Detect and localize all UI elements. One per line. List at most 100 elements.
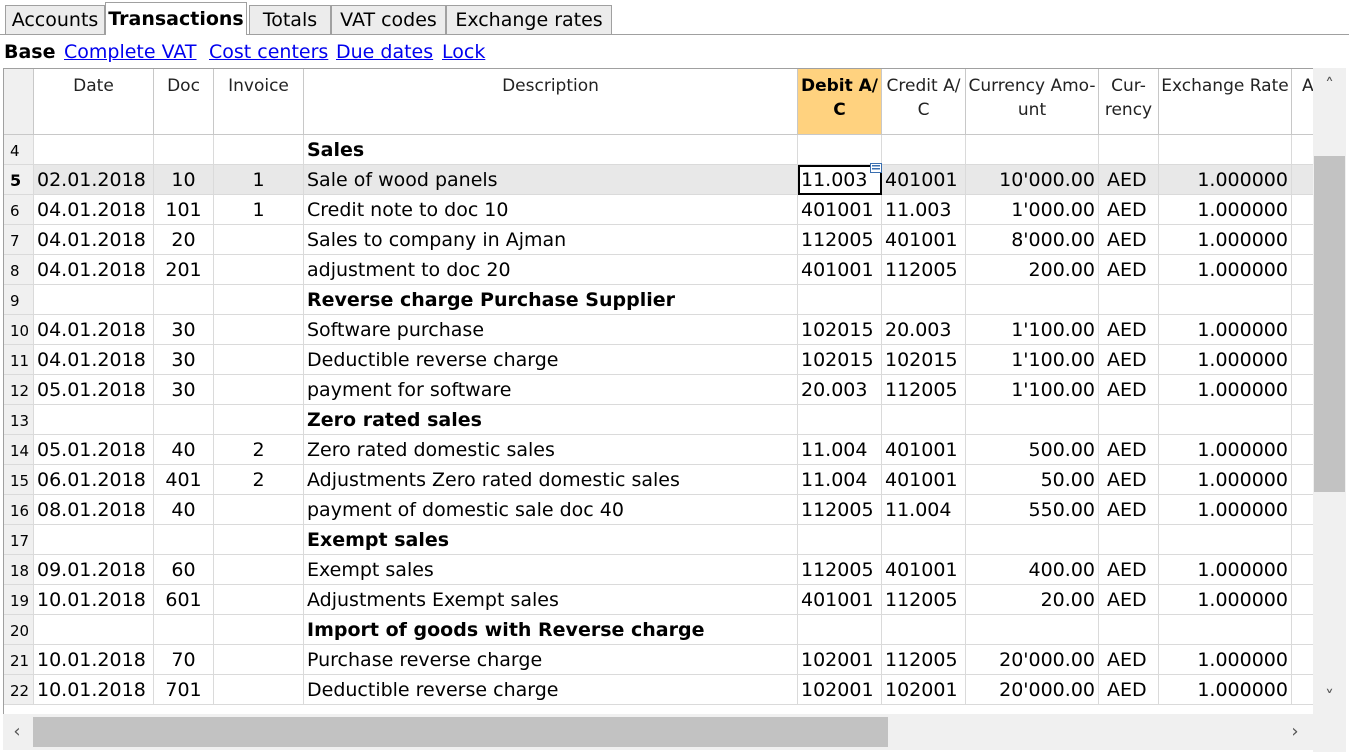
currency-cell[interactable]: AED: [1099, 315, 1159, 345]
doc-cell[interactable]: [154, 285, 214, 315]
currency-amount-cell[interactable]: [966, 285, 1099, 315]
next-column-cell[interactable]: [1292, 465, 1314, 495]
view-complete-vat[interactable]: Complete VAT: [64, 38, 197, 66]
debit-account-cell[interactable]: [798, 135, 882, 165]
doc-cell[interactable]: [154, 405, 214, 435]
table-row[interactable]: 18 09.01.2018 60 Exempt sales 112005 401001 40…: [4, 555, 1314, 585]
view-lock[interactable]: Lock: [442, 38, 485, 66]
next-column-cell[interactable]: [1292, 495, 1314, 525]
date-cell[interactable]: 06.01.2018: [34, 465, 154, 495]
doc-cell[interactable]: 30: [154, 375, 214, 405]
table-row[interactable]: 6 04.01.2018 101 1 Credit note to doc 10 4010…: [4, 195, 1314, 225]
row-number[interactable]: 4: [4, 135, 34, 165]
credit-account-cell[interactable]: 102001: [882, 675, 966, 705]
currency-amount-cell[interactable]: 1'100.00: [966, 375, 1099, 405]
debit-account-cell[interactable]: 102001: [798, 645, 882, 675]
debit-account-cell[interactable]: [798, 525, 882, 555]
column-header-exchange-rate[interactable]: Exchange Rate: [1159, 69, 1292, 135]
row-number[interactable]: 12: [4, 375, 34, 405]
currency-cell[interactable]: [1099, 135, 1159, 165]
doc-cell[interactable]: 60: [154, 555, 214, 585]
currency-cell[interactable]: AED: [1099, 165, 1159, 195]
doc-cell[interactable]: 401: [154, 465, 214, 495]
currency-amount-cell[interactable]: 10'000.00: [966, 165, 1099, 195]
currency-cell[interactable]: AED: [1099, 495, 1159, 525]
row-number[interactable]: 15: [4, 465, 34, 495]
tab-vat-codes[interactable]: VAT codes: [331, 5, 446, 34]
exchange-rate-cell[interactable]: [1159, 615, 1292, 645]
column-header-description[interactable]: Description: [304, 69, 798, 135]
table-row[interactable]: 17 Exempt sales: [4, 525, 1314, 555]
doc-cell[interactable]: 40: [154, 495, 214, 525]
view-base[interactable]: Base: [4, 38, 56, 66]
currency-amount-cell[interactable]: 8'000.00: [966, 225, 1099, 255]
tab-accounts[interactable]: Accounts: [5, 5, 105, 34]
exchange-rate-cell[interactable]: 1.000000: [1159, 645, 1292, 675]
debit-account-cell[interactable]: [798, 285, 882, 315]
scroll-left-icon[interactable]: ‹: [3, 714, 31, 750]
credit-account-cell[interactable]: [882, 405, 966, 435]
debit-account-cell[interactable]: 102015: [798, 315, 882, 345]
exchange-rate-cell[interactable]: 1.000000: [1159, 345, 1292, 375]
currency-cell[interactable]: [1099, 405, 1159, 435]
currency-cell[interactable]: AED: [1099, 585, 1159, 615]
table-row[interactable]: 16 08.01.2018 40 payment of domestic sale d…: [4, 495, 1314, 525]
description-cell[interactable]: Sales: [304, 135, 798, 165]
date-cell[interactable]: 04.01.2018: [34, 255, 154, 285]
date-cell[interactable]: 04.01.2018: [34, 345, 154, 375]
invoice-cell[interactable]: [214, 405, 304, 435]
debit-account-cell[interactable]: 401001: [798, 195, 882, 225]
debit-account-cell[interactable]: 20.003: [798, 375, 882, 405]
currency-cell[interactable]: [1099, 525, 1159, 555]
date-cell[interactable]: [34, 405, 154, 435]
row-number[interactable]: 6: [4, 195, 34, 225]
exchange-rate-cell[interactable]: 1.000000: [1159, 225, 1292, 255]
currency-amount-cell[interactable]: 1'100.00: [966, 345, 1099, 375]
exchange-rate-cell[interactable]: 1.000000: [1159, 585, 1292, 615]
exchange-rate-cell[interactable]: [1159, 405, 1292, 435]
currency-cell[interactable]: AED: [1099, 675, 1159, 705]
description-cell[interactable]: Software purchase: [304, 315, 798, 345]
exchange-rate-cell[interactable]: 1.000000: [1159, 315, 1292, 345]
horizontal-scroll-thumb[interactable]: [33, 717, 888, 747]
next-column-cell[interactable]: [1292, 135, 1314, 165]
date-cell[interactable]: 09.01.2018: [34, 555, 154, 585]
currency-amount-cell[interactable]: [966, 525, 1099, 555]
tab-totals[interactable]: Totals: [249, 5, 331, 34]
debit-account-cell[interactable]: [798, 405, 882, 435]
date-cell[interactable]: [34, 285, 154, 315]
currency-amount-cell[interactable]: 550.00: [966, 495, 1099, 525]
doc-cell[interactable]: 101: [154, 195, 214, 225]
tab-exchange-rates[interactable]: Exchange rates: [446, 5, 612, 34]
date-cell[interactable]: 04.01.2018: [34, 315, 154, 345]
exchange-rate-cell[interactable]: 1.000000: [1159, 165, 1292, 195]
currency-cell[interactable]: AED: [1099, 195, 1159, 225]
table-row[interactable]: 7 04.01.2018 20 Sales to company in Ajman 11…: [4, 225, 1314, 255]
date-cell[interactable]: 05.01.2018: [34, 435, 154, 465]
description-cell[interactable]: Deductible reverse charge: [304, 675, 798, 705]
row-number[interactable]: 22: [4, 675, 34, 705]
scroll-down-icon[interactable]: ˅: [1313, 686, 1346, 710]
vertical-scrollbar[interactable]: ˄ ˅: [1313, 68, 1346, 714]
row-number[interactable]: 13: [4, 405, 34, 435]
invoice-cell[interactable]: [214, 555, 304, 585]
currency-cell[interactable]: AED: [1099, 375, 1159, 405]
exchange-rate-cell[interactable]: 1.000000: [1159, 465, 1292, 495]
next-column-cell[interactable]: [1292, 615, 1314, 645]
invoice-cell[interactable]: 2: [214, 435, 304, 465]
table-row[interactable]: 8 04.01.2018 201 adjustment to doc 20 401001…: [4, 255, 1314, 285]
invoice-cell[interactable]: [214, 525, 304, 555]
row-number[interactable]: 5: [4, 165, 34, 195]
date-cell[interactable]: 10.01.2018: [34, 645, 154, 675]
table-row[interactable]: 20 Import of goods with Reverse charge: [4, 615, 1314, 645]
doc-cell[interactable]: [154, 135, 214, 165]
row-number[interactable]: 11: [4, 345, 34, 375]
cell-dropdown-icon[interactable]: [870, 163, 882, 173]
row-number[interactable]: 9: [4, 285, 34, 315]
next-column-cell[interactable]: [1292, 435, 1314, 465]
currency-cell[interactable]: AED: [1099, 645, 1159, 675]
currency-amount-cell[interactable]: 1'100.00: [966, 315, 1099, 345]
invoice-cell[interactable]: [214, 285, 304, 315]
currency-cell[interactable]: AED: [1099, 225, 1159, 255]
invoice-cell[interactable]: [214, 645, 304, 675]
